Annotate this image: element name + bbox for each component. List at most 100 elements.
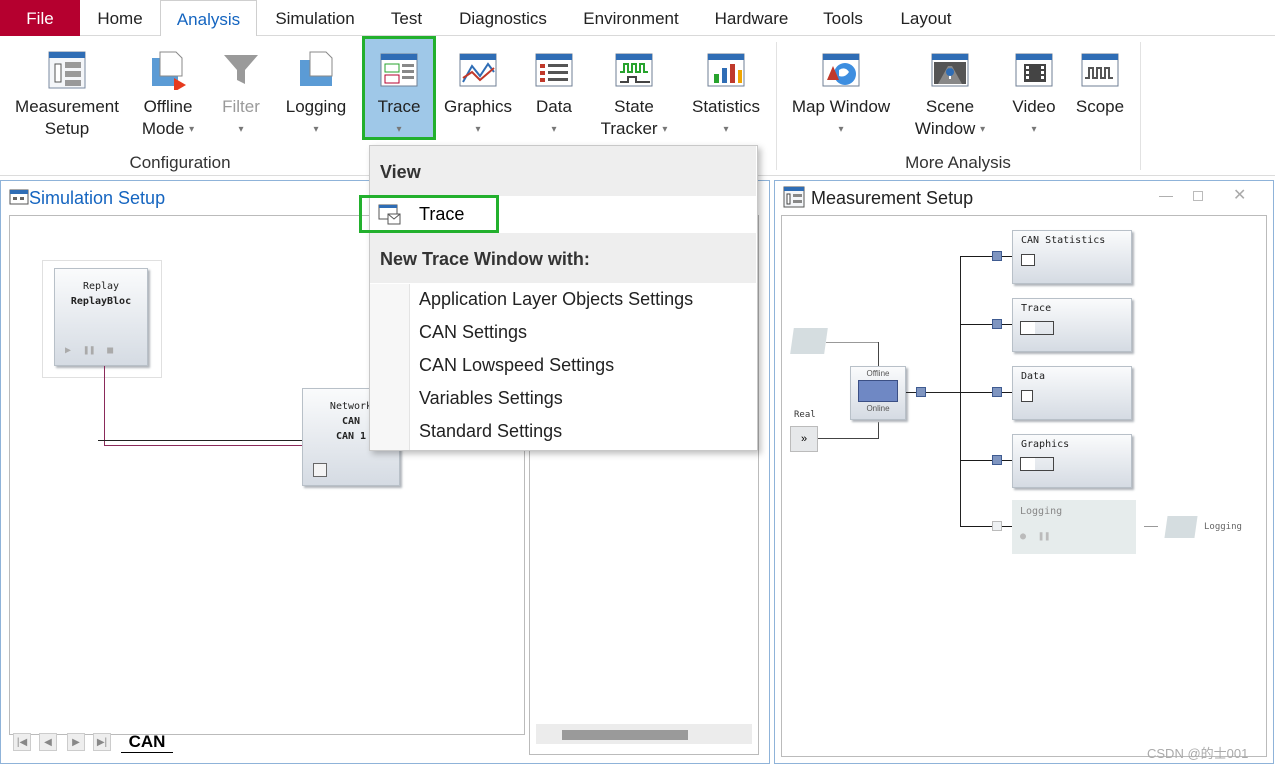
scene-window-button[interactable]: Scene Window ▾ bbox=[905, 46, 995, 141]
menu-tab-layout[interactable]: Layout bbox=[888, 0, 964, 36]
logging-block-label: Logging bbox=[1020, 506, 1063, 517]
trace-button[interactable]: Trace ▾ bbox=[366, 46, 432, 141]
graphics-button[interactable]: Graphics ▾ bbox=[441, 46, 515, 141]
branch-line-statistics bbox=[960, 256, 1012, 257]
logging-caret-icon: ▾ bbox=[313, 123, 319, 135]
menu-tab-tools[interactable]: Tools bbox=[812, 0, 874, 36]
replay-block[interactable]: Replay ReplayBloc ▶ ❚❚ ■ bbox=[54, 268, 148, 366]
scrollbar-thumb[interactable] bbox=[562, 730, 688, 740]
port-logging bbox=[992, 521, 1002, 531]
menu-tab-test[interactable]: Test bbox=[379, 0, 434, 36]
switch-port bbox=[916, 387, 926, 397]
offline-mode-button[interactable]: Offline Mode ▾ bbox=[133, 46, 203, 141]
real-source-icon[interactable]: » bbox=[790, 426, 818, 452]
scope-button[interactable]: Scope bbox=[1071, 46, 1129, 118]
maximize-button[interactable] bbox=[1193, 191, 1203, 201]
measurement-setup-icon bbox=[47, 50, 87, 90]
branch-line-graphics bbox=[960, 460, 1012, 461]
online-offline-switch[interactable]: Offline Online bbox=[850, 366, 906, 420]
minimize-button[interactable]: — bbox=[1159, 187, 1173, 203]
group-label-more-analysis: More Analysis bbox=[905, 153, 1011, 172]
sheet-tab-can[interactable]: CAN bbox=[121, 731, 173, 753]
menu-tab-environment[interactable]: Environment bbox=[572, 0, 690, 36]
dropdown-item-can-lowspeed[interactable]: CAN Lowspeed Settings bbox=[419, 355, 614, 376]
next-sheet-icon[interactable]: ▶ bbox=[67, 733, 85, 751]
switch-offline-label: Offline bbox=[866, 369, 890, 378]
statistics-button[interactable]: Statistics ▾ bbox=[686, 46, 766, 141]
real-line-v bbox=[878, 422, 879, 439]
graphics-block[interactable]: Graphics bbox=[1012, 434, 1132, 488]
measurement-canvas[interactable]: Real » Offline Online CAN Statistics Tra… bbox=[781, 215, 1267, 757]
real-label: Real bbox=[794, 410, 816, 420]
dropdown-item-can-settings[interactable]: CAN Settings bbox=[419, 322, 527, 343]
dropdown-item-app-layer[interactable]: Application Layer Objects Settings bbox=[419, 289, 693, 310]
dropdown-trace-item[interactable]: Trace bbox=[359, 195, 756, 233]
menu-tab-analysis[interactable]: Analysis bbox=[160, 0, 257, 37]
scene-window-label-2: Window ▾ bbox=[914, 119, 986, 138]
filter-caret-icon: ▾ bbox=[238, 123, 244, 135]
branch-line-trace bbox=[960, 324, 1012, 325]
logging-controls: ● ❚❚ bbox=[1020, 531, 1051, 542]
stop-icon[interactable]: ■ bbox=[107, 345, 113, 356]
filter-button[interactable]: Filter ▾ bbox=[212, 46, 270, 141]
measurement-setup-button[interactable]: Measurement Setup bbox=[8, 46, 126, 140]
branch-line-logging bbox=[960, 526, 1012, 527]
measurement-setup-window: Measurement Setup — ✕ Real » Offline Onl… bbox=[774, 180, 1274, 764]
first-sheet-icon[interactable]: |◀ bbox=[13, 733, 31, 751]
menu-tab-home[interactable]: Home bbox=[84, 0, 156, 36]
replay-connection-line-h bbox=[104, 445, 304, 446]
pause-icon[interactable]: ❚❚ bbox=[83, 345, 95, 356]
state-tracker-icon bbox=[614, 50, 654, 90]
statistics-block-icon bbox=[1021, 254, 1035, 266]
scope-label: Scope bbox=[1075, 97, 1125, 116]
video-icon bbox=[1014, 50, 1054, 90]
menu-tab-simulation[interactable]: Simulation bbox=[262, 0, 368, 36]
graphics-block-label: Graphics bbox=[1021, 439, 1070, 450]
trace-icon bbox=[379, 50, 419, 90]
state-tracker-button[interactable]: State Tracker ▾ bbox=[594, 46, 674, 141]
branch-line-data bbox=[960, 392, 1012, 393]
offline-line-v bbox=[878, 342, 879, 366]
last-sheet-icon[interactable]: ▶| bbox=[93, 733, 111, 751]
menu-tab-hardware[interactable]: Hardware bbox=[704, 0, 799, 36]
port-statistics bbox=[992, 251, 1002, 261]
menu-bar: File Home Analysis Simulation Test Diagn… bbox=[0, 0, 1275, 37]
data-block-icon bbox=[1021, 390, 1033, 402]
data-icon bbox=[534, 50, 574, 90]
video-caret-icon: ▾ bbox=[1031, 123, 1037, 135]
trace-item-label: Trace bbox=[419, 204, 465, 224]
map-window-button[interactable]: Map Window ▾ bbox=[786, 46, 896, 141]
video-button[interactable]: Video ▾ bbox=[1005, 46, 1063, 141]
logging-block[interactable]: Logging ● ❚❚ bbox=[1012, 500, 1136, 554]
measurement-setup-icon bbox=[783, 186, 805, 208]
data-button[interactable]: Data ▾ bbox=[527, 46, 581, 141]
data-block[interactable]: Data bbox=[1012, 366, 1132, 420]
menu-tab-diagnostics[interactable]: Diagnostics bbox=[448, 0, 558, 36]
scene-window-label-1: Scene bbox=[925, 97, 975, 116]
logging-icon bbox=[296, 50, 336, 90]
trace-block-icon bbox=[1020, 321, 1054, 335]
graphics-block-icon bbox=[1020, 457, 1054, 471]
dropdown-item-standard[interactable]: Standard Settings bbox=[419, 421, 562, 442]
dropdown-item-variables[interactable]: Variables Settings bbox=[419, 388, 563, 409]
group-label-configuration: Configuration bbox=[129, 153, 231, 172]
close-button[interactable]: ✕ bbox=[1233, 185, 1246, 205]
filter-icon bbox=[221, 50, 261, 90]
watermark: CSDN @的士001 bbox=[1147, 746, 1249, 761]
data-label: Data bbox=[536, 97, 572, 116]
prev-sheet-icon[interactable]: ◀ bbox=[39, 733, 57, 751]
play-icon[interactable]: ▶ bbox=[65, 345, 71, 356]
horizontal-scrollbar[interactable] bbox=[536, 724, 752, 744]
trace-caret-icon: ▾ bbox=[396, 123, 402, 135]
network-icon bbox=[313, 463, 327, 477]
state-tracker-label-1: State bbox=[614, 97, 654, 116]
can-statistics-label: CAN Statistics bbox=[1021, 235, 1106, 246]
statistics-caret-icon: ▾ bbox=[723, 123, 729, 135]
trace-block[interactable]: Trace bbox=[1012, 298, 1132, 352]
data-caret-icon: ▾ bbox=[551, 123, 557, 135]
menu-tab-file[interactable]: File bbox=[0, 0, 80, 36]
can-statistics-block[interactable]: CAN Statistics bbox=[1012, 230, 1132, 284]
logging-button[interactable]: Logging ▾ bbox=[280, 46, 352, 141]
port-data bbox=[992, 387, 1002, 397]
measurement-setup-title-text: Measurement Setup bbox=[811, 188, 974, 208]
